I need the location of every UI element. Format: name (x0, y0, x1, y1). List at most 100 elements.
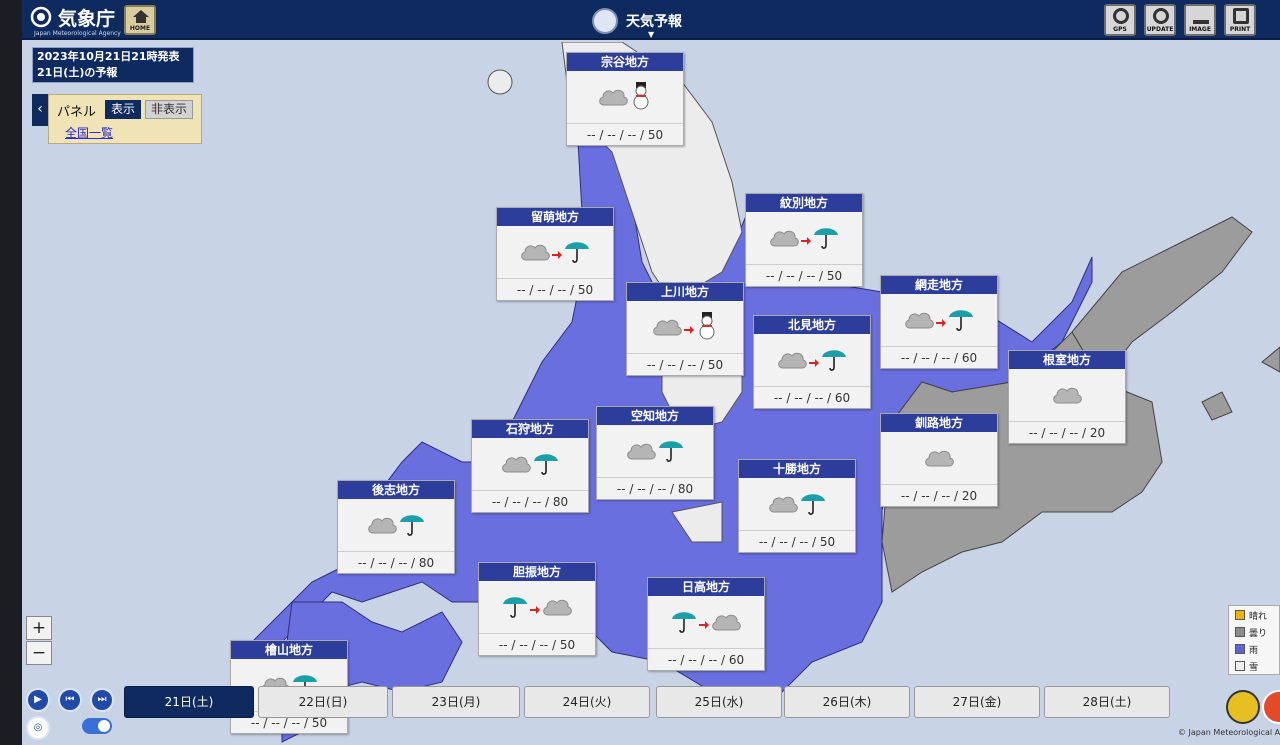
kuril-island (1261, 346, 1280, 373)
weather-icons (754, 336, 870, 386)
issue-info: 2023年10月21日21時発表 21日(土)の予報 (32, 47, 194, 83)
agency-subtitle: Japan Meteorological Agency (34, 30, 121, 37)
weather-icons (497, 228, 613, 278)
region-forecast-card[interactable]: 紋別地方 -- / -- / -- / 50 (745, 193, 863, 287)
region-forecast-card[interactable]: 釧路地方 -- / -- / -- / 20 (880, 413, 998, 507)
gps-button[interactable]: GPS (1104, 4, 1136, 36)
cloud-icon (501, 452, 531, 478)
region-forecast-card[interactable]: 北見地方 -- / -- / -- / 60 (753, 315, 871, 409)
weather-icons (739, 480, 855, 530)
date-tab[interactable]: 23日(月) (392, 686, 520, 718)
panel-hide-button[interactable]: 非表示 (145, 100, 193, 119)
region-forecast-card[interactable]: 十勝地方 -- / -- / -- / 50 (738, 459, 856, 553)
weather-forecast-icon (592, 8, 618, 34)
help-button[interactable] (1226, 690, 1260, 724)
play-button[interactable]: ▶ (26, 688, 50, 712)
print-label: PRINT (1229, 26, 1251, 33)
issue-time: 2023年10月21日21時発表 (37, 50, 180, 63)
cloud-icon (768, 492, 798, 518)
region-forecast-card[interactable]: 石狩地方 -- / -- / -- / 80 (471, 419, 589, 513)
auto-play-toggle[interactable] (82, 718, 112, 734)
umbrella-icon (671, 608, 697, 638)
zoom-out-button[interactable]: − (26, 641, 52, 665)
date-tab[interactable]: 24日(火) (524, 686, 650, 718)
toggle-knob (98, 720, 110, 732)
weather-icons (881, 434, 997, 484)
precip-probability: -- / -- / -- / 20 (881, 484, 997, 506)
precip-probability: -- / -- / -- / 80 (472, 490, 588, 512)
date-tab[interactable]: 26日(木) (784, 686, 910, 718)
legend-label: 曇り (1249, 629, 1268, 639)
cloud-icon (542, 595, 572, 621)
umbrella-icon (821, 346, 847, 376)
cloud-icon (711, 610, 741, 636)
snowman-icon (696, 312, 718, 344)
panel-label: パネル (57, 105, 97, 120)
umbrella-icon (948, 306, 974, 336)
panel-show-button[interactable]: 表示 (105, 100, 141, 119)
umbrella-icon (399, 511, 425, 541)
weather-icons (479, 583, 595, 633)
image-download-button[interactable]: IMAGE (1184, 4, 1216, 36)
header-bar: 気象庁 Japan Meteorological Agency HOME 天気予… (22, 0, 1280, 40)
weather-icons (627, 303, 743, 353)
precip-probability: -- / -- / -- / 80 (338, 551, 454, 573)
precip-probability: -- / -- / -- / 50 (567, 123, 683, 145)
region-forecast-card[interactable]: 空知地方 -- / -- / -- / 80 (596, 406, 714, 500)
weather-icons (338, 501, 454, 551)
arrow-icon (684, 319, 694, 338)
zoom-in-button[interactable]: + (26, 616, 52, 640)
legend-swatch (1235, 627, 1245, 637)
date-tab[interactable]: 25日(水) (656, 686, 782, 718)
gps-icon (1113, 8, 1129, 24)
image-label: IMAGE (1189, 26, 1211, 33)
weather-icons (597, 427, 713, 477)
precip-probability: -- / -- / -- / 60 (648, 648, 764, 670)
nationwide-list-link[interactable]: 全国一覧 (65, 124, 113, 141)
next-button[interactable]: ⏭ (90, 688, 114, 712)
legend-label: 雪 (1249, 663, 1259, 673)
region-forecast-card[interactable]: 網走地方 -- / -- / -- / 60 (880, 275, 998, 369)
region-forecast-card[interactable]: 宗谷地方 -- / -- / -- / 50 (566, 52, 684, 146)
weather-icons (648, 598, 764, 648)
update-label: UPDATE (1146, 26, 1174, 33)
region-name: 紋別地方 (746, 194, 862, 212)
arrow-icon (530, 599, 540, 618)
skip-forward-icon: ⏭ (97, 694, 107, 705)
location-button[interactable]: ◎ (26, 716, 50, 740)
update-icon (1153, 8, 1169, 24)
region-forecast-card[interactable]: 胆振地方 -- / -- / -- / 50 (478, 562, 596, 656)
cloud-icon (598, 85, 628, 111)
region-forecast-card[interactable]: 後志地方 -- / -- / -- / 80 (337, 480, 455, 574)
cloud-icon (777, 348, 807, 374)
weather-icons (1009, 371, 1125, 421)
region-name: 石狩地方 (472, 420, 588, 438)
date-tab[interactable]: 22日(日) (258, 686, 388, 718)
legend-label: 晴れ (1249, 612, 1268, 622)
region-forecast-card[interactable]: 留萌地方 -- / -- / -- / 50 (496, 207, 614, 301)
home-button[interactable]: HOME (124, 5, 156, 35)
region-forecast-card[interactable]: 日高地方 -- / -- / -- / 60 (647, 577, 765, 671)
cloud-icon (769, 226, 799, 252)
snowman-icon (630, 82, 652, 114)
date-tab[interactable]: 21日(土) (124, 686, 254, 718)
region-forecast-card[interactable]: 根室地方 -- / -- / -- / 20 (1008, 350, 1126, 444)
arrow-icon (936, 312, 946, 331)
date-tab[interactable]: 27日(金) (914, 686, 1040, 718)
weather-icons (567, 73, 683, 123)
umbrella-icon (800, 490, 826, 520)
chevron-left-icon: ‹ (37, 101, 43, 117)
region-forecast-card[interactable]: 上川地方 -- / -- / -- / 50 (626, 282, 744, 376)
update-button[interactable]: UPDATE (1144, 4, 1176, 36)
previous-button[interactable]: ⏮ (58, 688, 82, 712)
date-tab[interactable]: 28日(土) (1044, 686, 1170, 718)
umbrella-icon (533, 450, 559, 480)
region-name: 十勝地方 (739, 460, 855, 478)
precip-probability: -- / -- / -- / 60 (754, 386, 870, 408)
print-button[interactable]: PRINT (1224, 4, 1256, 36)
panel-collapse-button[interactable]: ‹ (32, 94, 48, 126)
weather-icons (746, 214, 862, 264)
gps-label: GPS (1113, 26, 1127, 33)
region-name: 釧路地方 (881, 414, 997, 432)
arrow-icon (809, 352, 819, 371)
